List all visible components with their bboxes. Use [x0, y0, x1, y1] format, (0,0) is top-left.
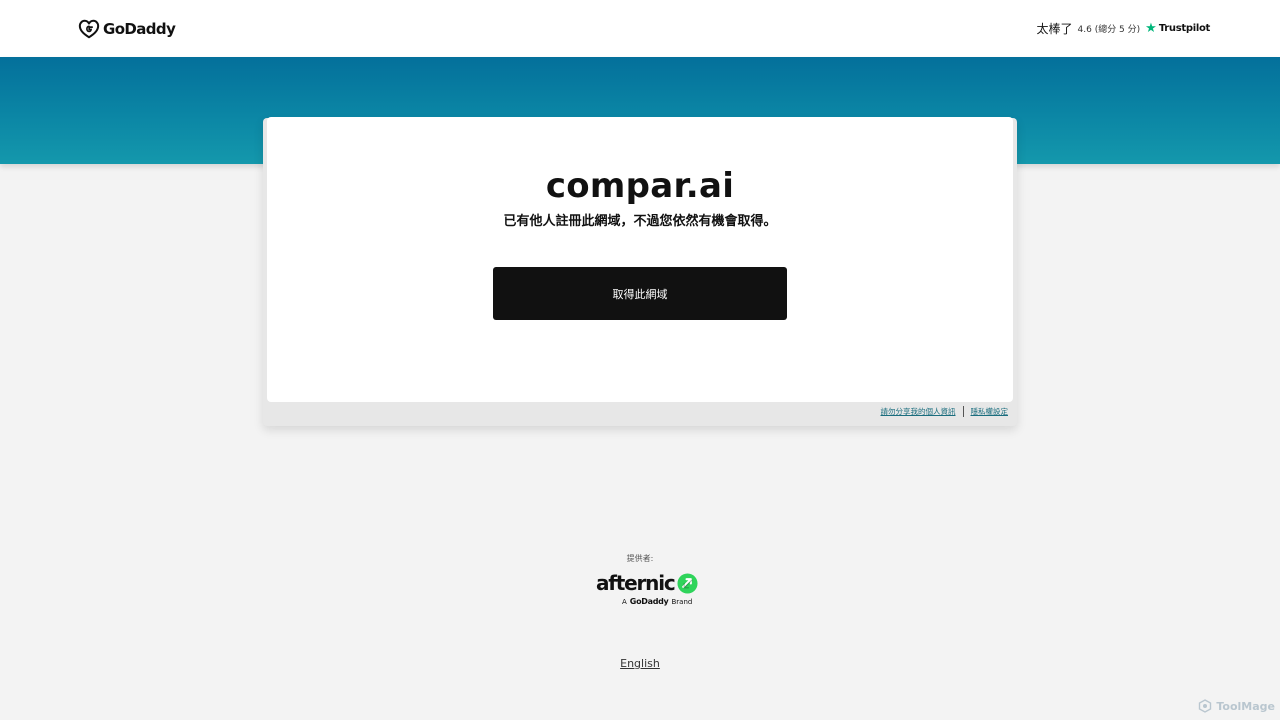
trustpilot-name: Trustpilot: [1158, 23, 1210, 34]
top-bar: GoDaddy 太棒了 4.6 (總分 5 分) ★ Trustpilot: [0, 0, 1280, 57]
domain-name: compar.ai: [545, 166, 735, 206]
afternic-wordmark: afternic: [596, 571, 676, 595]
privacy-settings-link[interactable]: 隱私權設定: [971, 406, 1009, 417]
do-not-share-link[interactable]: 請勿分享我的個人資訊: [881, 406, 956, 417]
domain-card: [267, 117, 1013, 402]
language-switcher: English: [0, 657, 1280, 670]
toolmage-icon: [1199, 699, 1212, 713]
rating-score: 4.6 (總分 5 分): [1077, 25, 1141, 35]
rating-label: 太棒了: [1036, 22, 1073, 36]
privacy-links: 請勿分享我的個人資訊 隱私權設定: [881, 406, 1009, 417]
godaddy-logo-icon: [78, 19, 100, 39]
afternic-tagline: A GoDaddy Brand: [622, 597, 692, 606]
star-icon: ★: [1145, 21, 1157, 36]
language-link[interactable]: English: [620, 657, 660, 670]
brand-name: GoDaddy: [103, 19, 176, 38]
link-divider: [962, 406, 964, 417]
availability-message: 已有他人註冊此網域，不過您依然有機會取得。: [503, 214, 777, 229]
godaddy-logo[interactable]: GoDaddy: [78, 18, 176, 39]
provided-by-label: 提供者:: [626, 554, 654, 563]
watermark-text: ToolMage: [1216, 699, 1275, 713]
tagline-brand: GoDaddy: [629, 597, 669, 606]
tagline-prefix: A: [622, 598, 627, 606]
get-domain-button[interactable]: 取得此網域: [493, 267, 787, 320]
toolmage-watermark: ToolMage: [1198, 699, 1275, 713]
afternic-arrows-icon: [677, 572, 698, 594]
tagline-suffix: Brand: [671, 598, 693, 606]
afternic-logo[interactable]: afternic: [596, 571, 698, 595]
trustpilot-rating[interactable]: 太棒了 4.6 (總分 5 分) ★ Trustpilot: [1037, 20, 1211, 37]
